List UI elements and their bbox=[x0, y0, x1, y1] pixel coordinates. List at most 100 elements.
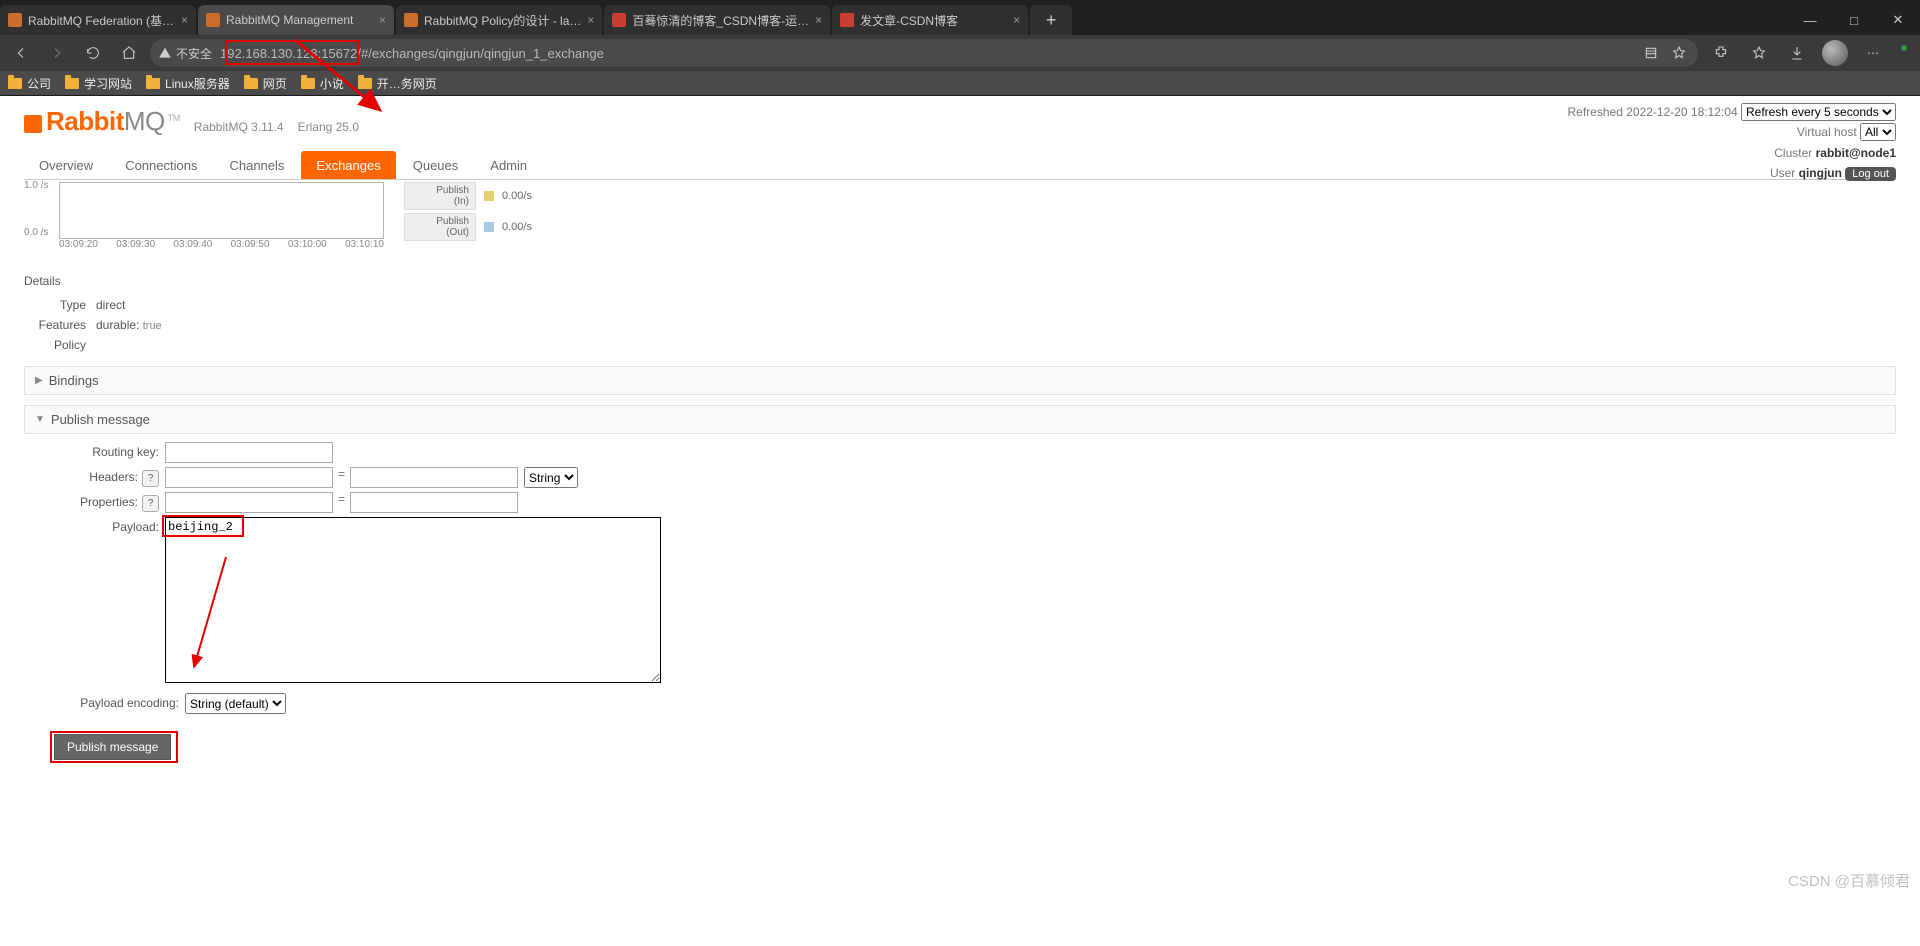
bookmark-folder[interactable]: Linux服务器 bbox=[146, 75, 230, 92]
address-bar: 不安全 bbox=[150, 39, 1698, 67]
page-body: Refreshed 2022-12-20 18:12:04 Refresh ev… bbox=[0, 96, 1920, 946]
profile-button[interactable] bbox=[1818, 38, 1852, 68]
browser-tab[interactable]: RabbitMQ Federation (基… × bbox=[0, 5, 196, 35]
user-value: qingjun bbox=[1799, 166, 1842, 180]
help-icon[interactable]: ? bbox=[142, 495, 159, 512]
encoding-select[interactable]: String (default) bbox=[185, 693, 286, 714]
favorites-bar-icon[interactable] bbox=[1742, 38, 1776, 68]
bookmark-folder[interactable]: 公司 bbox=[8, 75, 51, 92]
vhost-select[interactable]: All bbox=[1860, 123, 1896, 141]
details-table: Typedirect Featuresdurable: true Policy bbox=[24, 294, 172, 356]
close-icon[interactable]: × bbox=[1013, 13, 1020, 27]
window-maximize-button[interactable]: □ bbox=[1832, 5, 1876, 35]
browser-tab[interactable]: 百蓦惊清的博客_CSDN博客-运… × bbox=[604, 5, 830, 35]
tab-title: 发文章-CSDN博客 bbox=[860, 12, 958, 29]
detail-row: Policy bbox=[26, 336, 170, 354]
publish-form: Routing key: Headers:? = String Properti… bbox=[24, 442, 1896, 760]
insecure-label: 不安全 bbox=[176, 45, 212, 62]
rate-value: 0.00/s bbox=[502, 190, 532, 202]
forward-button[interactable] bbox=[42, 38, 72, 68]
more-button[interactable]: ⋯ bbox=[1856, 38, 1890, 68]
reader-icon[interactable] bbox=[1640, 38, 1662, 68]
toolbar-right: ⋯ bbox=[1704, 38, 1914, 68]
bookmarks-bar: 公司 学习网站 Linux服务器 网页 小说 开…务网页 bbox=[0, 71, 1920, 95]
folder-icon bbox=[8, 78, 22, 89]
rate-publish-out: Publish (Out) 0.00/s bbox=[404, 213, 532, 241]
tab-channels[interactable]: Channels bbox=[214, 151, 299, 179]
home-button[interactable] bbox=[114, 38, 144, 68]
status-dot-icon bbox=[1894, 38, 1914, 58]
header-value-input[interactable] bbox=[350, 467, 518, 488]
tab-overview[interactable]: Overview bbox=[24, 151, 108, 179]
logo-icon bbox=[24, 115, 42, 133]
tab-title: RabbitMQ Policy的设计 - la… bbox=[424, 12, 581, 29]
logout-button[interactable]: Log out bbox=[1845, 167, 1896, 181]
field-label: Payload encoding: bbox=[54, 693, 185, 710]
payload-textarea[interactable] bbox=[165, 517, 661, 683]
browser-toolbar: 不安全 ⋯ bbox=[0, 35, 1920, 71]
rate-legend: Publish (In) 0.00/s Publish (Out) 0.00/s bbox=[404, 182, 532, 241]
bookmark-folder[interactable]: 开…务网页 bbox=[358, 75, 437, 92]
tab-connections[interactable]: Connections bbox=[110, 151, 212, 179]
field-label: Headers: bbox=[89, 470, 138, 484]
chevron-down-icon: ▼ bbox=[35, 414, 45, 425]
bookmark-folder[interactable]: 学习网站 bbox=[65, 75, 132, 92]
close-icon[interactable]: × bbox=[379, 13, 386, 27]
help-icon[interactable]: ? bbox=[142, 470, 159, 487]
property-key-input[interactable] bbox=[165, 492, 333, 513]
tab-admin[interactable]: Admin bbox=[475, 151, 542, 179]
tab-queues[interactable]: Queues bbox=[398, 151, 474, 179]
window-minimize-button[interactable]: — bbox=[1788, 5, 1832, 35]
rate-label-button[interactable]: Publish (Out) bbox=[404, 213, 476, 241]
url-input[interactable] bbox=[218, 45, 1634, 62]
close-icon[interactable]: × bbox=[587, 13, 594, 27]
publish-button[interactable]: Publish message bbox=[54, 734, 171, 760]
routing-key-input[interactable] bbox=[165, 442, 333, 463]
encoding-row: Payload encoding: String (default) bbox=[54, 693, 1896, 714]
section-bindings[interactable]: ▶ Bindings bbox=[24, 366, 1896, 395]
y-axis-min: 0.0 /s bbox=[24, 227, 48, 238]
tab-title: 百蓦惊清的博客_CSDN博客-运… bbox=[632, 12, 809, 29]
equals-label: = bbox=[333, 492, 350, 506]
browser-tab[interactable]: 发文章-CSDN博客 × bbox=[832, 5, 1028, 35]
window-close-button[interactable]: ✕ bbox=[1876, 5, 1920, 35]
extensions-icon[interactable] bbox=[1704, 38, 1738, 68]
bookmark-folder[interactable]: 小说 bbox=[301, 75, 344, 92]
rate-graph: 1.0 /s 0.0 /s 03:09:20 03:09:30 03:09:40… bbox=[24, 182, 384, 250]
close-icon[interactable]: × bbox=[815, 13, 822, 27]
bookmark-folder[interactable]: 网页 bbox=[244, 75, 287, 92]
details-heading: Details bbox=[24, 274, 1896, 288]
rate-value: 0.00/s bbox=[502, 221, 532, 233]
legend-swatch-icon bbox=[484, 222, 494, 232]
favorite-icon[interactable] bbox=[1668, 38, 1690, 68]
close-icon[interactable]: × bbox=[181, 13, 188, 27]
folder-icon bbox=[65, 78, 79, 89]
equals-label: = bbox=[333, 467, 350, 481]
rabbitmq-logo[interactable]: RabbitMQTM bbox=[24, 106, 180, 137]
detail-row: Typedirect bbox=[26, 296, 170, 314]
rate-label-button[interactable]: Publish (In) bbox=[404, 182, 476, 210]
downloads-icon[interactable] bbox=[1780, 38, 1814, 68]
detail-row: Featuresdurable: true bbox=[26, 316, 170, 334]
header-key-input[interactable] bbox=[165, 467, 333, 488]
rate-publish-in: Publish (In) 0.00/s bbox=[404, 182, 532, 210]
y-axis-max: 1.0 /s bbox=[24, 180, 48, 191]
site-warning-icon[interactable]: 不安全 bbox=[158, 45, 212, 62]
folder-icon bbox=[146, 78, 160, 89]
browser-tab[interactable]: RabbitMQ Policy的设计 - la… × bbox=[396, 5, 602, 35]
refresh-interval-select[interactable]: Refresh every 5 seconds bbox=[1741, 103, 1896, 121]
back-button[interactable] bbox=[6, 38, 36, 68]
folder-icon bbox=[244, 78, 258, 89]
refresh-button[interactable] bbox=[78, 38, 108, 68]
chevron-right-icon: ▶ bbox=[35, 375, 43, 386]
header-type-select[interactable]: String bbox=[524, 467, 578, 488]
property-value-input[interactable] bbox=[350, 492, 518, 513]
cluster-value: rabbit@node1 bbox=[1816, 146, 1896, 160]
tab-title: RabbitMQ Federation (基… bbox=[28, 12, 174, 29]
properties-row: Properties:? = bbox=[54, 492, 1896, 513]
browser-tab[interactable]: RabbitMQ Management× bbox=[198, 5, 394, 35]
tab-exchanges[interactable]: Exchanges bbox=[301, 151, 395, 179]
x-axis-ticks: 03:09:20 03:09:30 03:09:40 03:09:50 03:1… bbox=[59, 239, 384, 250]
new-tab-button[interactable]: + bbox=[1030, 5, 1072, 35]
section-publish-message[interactable]: ▼ Publish message bbox=[24, 405, 1896, 434]
